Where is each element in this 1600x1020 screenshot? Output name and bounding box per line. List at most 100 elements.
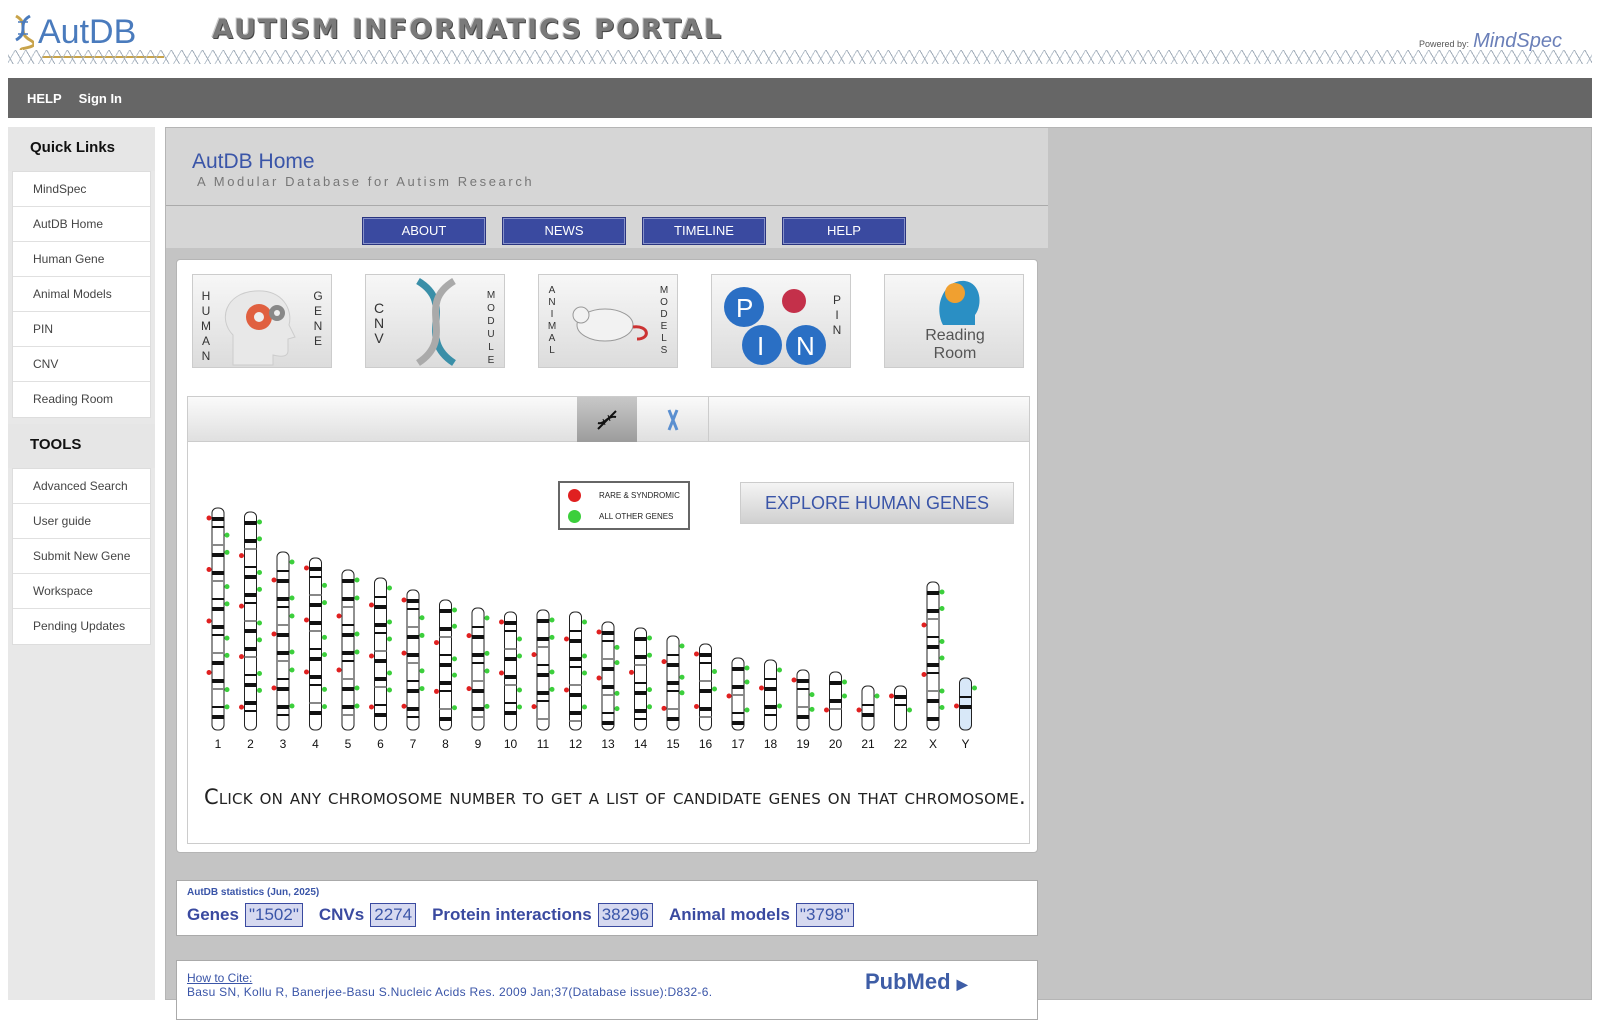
protein-interactions-count[interactable]: 38296: [597, 903, 653, 927]
animal-models-label: Animal models: [668, 905, 790, 924]
nav-help[interactable]: HELP: [27, 91, 62, 106]
chromosome-11[interactable]: 11: [531, 609, 555, 751]
sidebar-item-submit-new-gene[interactable]: Submit New Gene: [13, 539, 150, 574]
module-letters: PIN: [832, 293, 842, 337]
sidebar-item-reading-room[interactable]: Reading Room: [13, 382, 150, 417]
reading-room-module[interactable]: Reading Room: [884, 274, 1024, 368]
autdb-logo[interactable]: AutDB: [12, 12, 164, 58]
module-letters: MODELS: [659, 285, 669, 356]
chromosome-label[interactable]: 19: [796, 737, 810, 751]
chromosome-label[interactable]: 7: [410, 737, 417, 751]
how-to-cite-link[interactable]: How to Cite:: [187, 971, 252, 985]
about-button[interactable]: ABOUT: [362, 217, 486, 245]
chromosome-13[interactable]: 13: [596, 621, 620, 751]
chromosome-label[interactable]: X: [929, 737, 937, 751]
chromosome-label[interactable]: 18: [764, 737, 778, 751]
chromosome-label[interactable]: 21: [861, 737, 875, 751]
pin-module[interactable]: P I N PIN: [711, 274, 851, 368]
chromosome-9[interactable]: 9: [466, 607, 490, 751]
chromosome-label[interactable]: 16: [699, 737, 713, 751]
statistics-title: AutDB statistics (Jun, 2025): [187, 887, 320, 898]
chromosome-label[interactable]: 14: [634, 737, 648, 751]
pubmed-logo[interactable]: PubMed ▶: [865, 969, 967, 995]
chromosome-14[interactable]: 14: [629, 627, 652, 751]
chromosome-2[interactable]: 2: [239, 511, 262, 751]
chromosome-label[interactable]: 10: [504, 737, 518, 751]
timeline-button[interactable]: TIMELINE: [642, 217, 766, 245]
chromosome-label[interactable]: 22: [894, 737, 908, 751]
chromosome-7[interactable]: 7: [401, 589, 425, 751]
chromosome-label[interactable]: 2: [247, 737, 254, 751]
chromosome-21[interactable]: 21: [856, 685, 880, 751]
home-button-row: ABOUT NEWS TIMELINE HELP: [362, 217, 906, 245]
sidebar-item-pin[interactable]: PIN: [13, 312, 150, 347]
page-title: AutDB Home: [192, 150, 315, 173]
sidebar-item-user-guide[interactable]: User guide: [13, 504, 150, 539]
page-subtitle: A Modular Database for Autism Research: [197, 174, 535, 189]
chromosome-label[interactable]: 20: [829, 737, 843, 751]
chromosome-label[interactable]: 1: [215, 737, 222, 751]
chromosome-20[interactable]: 20: [824, 671, 847, 751]
genes-count[interactable]: "1502": [244, 903, 303, 927]
chromosome-17[interactable]: 17: [726, 657, 750, 751]
chromosome-4[interactable]: 4: [304, 557, 327, 751]
svg-text:I: I: [757, 331, 764, 361]
mouse-icon: [572, 306, 648, 342]
chromosome-label[interactable]: 12: [569, 737, 583, 751]
nav-sign-in[interactable]: Sign In: [79, 91, 122, 106]
sidebar-item-advanced-search[interactable]: Advanced Search: [13, 469, 150, 504]
chromosome-X[interactable]: X: [921, 581, 945, 751]
chromosome-19[interactable]: 19: [791, 669, 815, 751]
chromosome-label[interactable]: 9: [475, 737, 482, 751]
animal-models-module[interactable]: ANIMAL MODELS: [538, 274, 678, 368]
sidebar-item-workspace[interactable]: Workspace: [13, 574, 150, 609]
dna-icon: [597, 409, 617, 430]
chromosome-Y[interactable]: Y: [954, 677, 977, 751]
chromosome-label[interactable]: 17: [731, 737, 745, 751]
genes-label: Genes: [187, 905, 239, 924]
reading-room-label: Reading Room: [925, 327, 985, 362]
cnv-module[interactable]: CNV MODULE: [365, 274, 505, 368]
sidebar-item-human-gene[interactable]: Human Gene: [13, 242, 150, 277]
chromosome-15[interactable]: 15: [661, 635, 685, 751]
divider: [166, 205, 1048, 206]
home-header: AutDB Home A Modular Database for Autism…: [166, 128, 1048, 248]
chromosome-8[interactable]: 8: [434, 599, 457, 751]
chromosome-label[interactable]: Y: [961, 737, 969, 751]
cnvs-count[interactable]: 2274: [370, 903, 417, 927]
chromosome-label[interactable]: 5: [345, 737, 352, 751]
chromosome-10[interactable]: 10: [499, 611, 522, 751]
chromosome-18[interactable]: 18: [759, 659, 782, 751]
chromosome-5[interactable]: 5: [336, 569, 360, 751]
chromosome-3[interactable]: 3: [271, 551, 295, 751]
karyogram-caption: Click on any chromosome number to get a …: [204, 785, 1026, 809]
chromosome-12[interactable]: 12: [564, 611, 587, 751]
chromosome-label[interactable]: 3: [280, 737, 287, 751]
chromosome-label[interactable]: 13: [601, 737, 615, 751]
tab-chromosome-view[interactable]: [637, 397, 709, 442]
help-button[interactable]: HELP: [782, 217, 906, 245]
chromosome-label[interactable]: 6: [377, 737, 384, 751]
tab-gene-view[interactable]: [577, 397, 637, 442]
chromosome-16[interactable]: 16: [694, 643, 717, 751]
sidebar-item-mindspec[interactable]: MindSpec: [13, 172, 150, 207]
chromosome-label[interactable]: 8: [442, 737, 449, 751]
sidebar: Quick Links MindSpec AutDB Home Human Ge…: [8, 127, 155, 1000]
chromosome-label[interactable]: 4: [312, 737, 319, 751]
sidebar-item-cnv[interactable]: CNV: [13, 347, 150, 382]
dna-icon: [15, 14, 34, 50]
chromosome-label[interactable]: 11: [537, 737, 550, 751]
svg-text:P: P: [736, 293, 753, 323]
sidebar-item-autdb-home[interactable]: AutDB Home: [13, 207, 150, 242]
animal-models-count[interactable]: "3798": [795, 903, 854, 927]
sidebar-item-pending-updates[interactable]: Pending Updates: [13, 609, 150, 644]
header: AutDB AUTISM INFORMATICS PORTAL Powered …: [0, 0, 1600, 70]
human-gene-module[interactable]: HUMAN GENE: [192, 274, 332, 368]
sidebar-item-animal-models[interactable]: Animal Models: [13, 277, 150, 312]
chromosome-1[interactable]: 1: [206, 507, 230, 751]
chromosome-22[interactable]: 22: [889, 685, 912, 751]
main-panel: AutDB Home A Modular Database for Autism…: [165, 127, 1592, 1020]
chromosome-6[interactable]: 6: [369, 577, 392, 751]
chromosome-label[interactable]: 15: [666, 737, 680, 751]
news-button[interactable]: NEWS: [502, 217, 626, 245]
